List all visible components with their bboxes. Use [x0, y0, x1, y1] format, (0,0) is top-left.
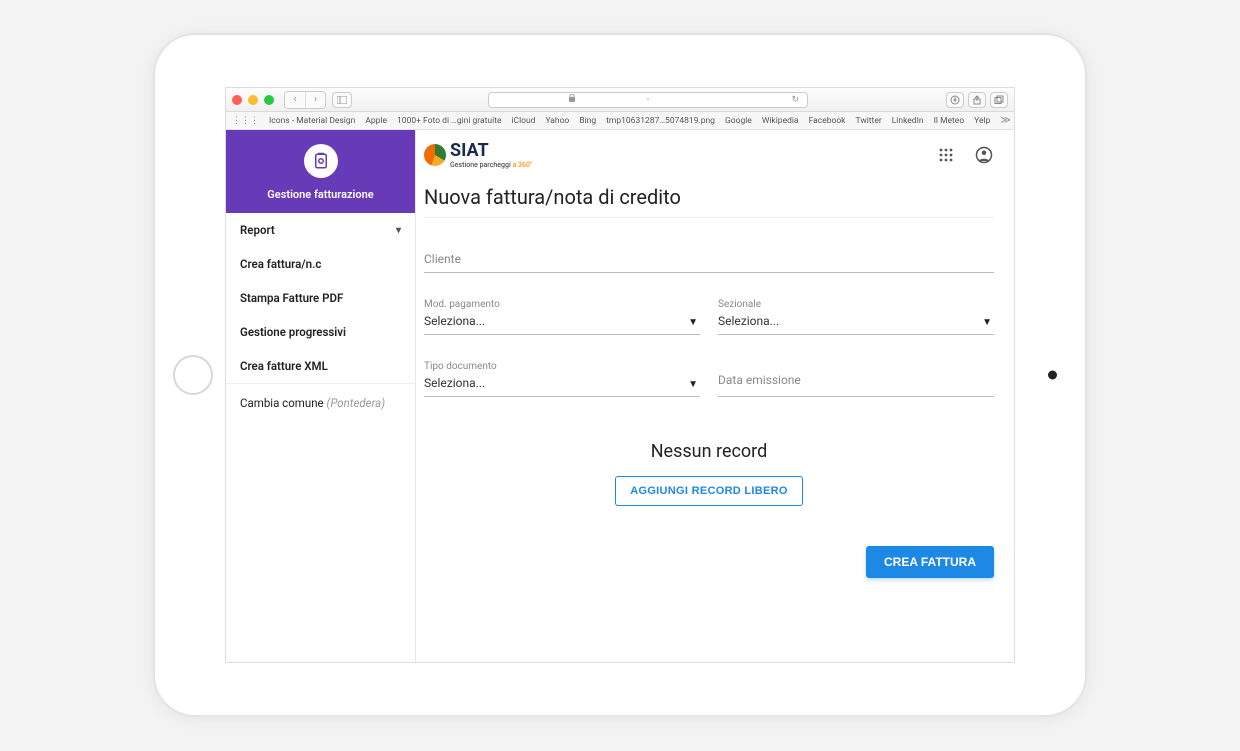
apps-menu-icon[interactable] — [936, 145, 956, 165]
sidebar-item-crea-fattura[interactable]: Crea fattura/n.c — [226, 247, 415, 281]
close-window[interactable] — [232, 95, 242, 105]
logo-badge-icon — [424, 144, 446, 166]
add-record-button[interactable]: AGGIUNGI RECORD LIBERO — [615, 476, 803, 506]
reload-icon[interactable]: ↻ — [791, 95, 799, 105]
field-label: Mod. pagamento — [424, 299, 700, 310]
bookmark-item[interactable]: Twitter — [855, 116, 881, 126]
tabs-button[interactable] — [990, 92, 1008, 108]
bookmark-item[interactable]: Yelp — [974, 116, 990, 126]
forward-button[interactable]: › — [305, 92, 325, 108]
records-empty-state: Nessun record AGGIUNGI RECORD LIBERO — [424, 423, 994, 506]
bookmark-item[interactable]: Apple — [365, 116, 387, 126]
bookmark-item[interactable]: LinkedIn — [892, 116, 924, 126]
bookmark-item[interactable]: Icons - Material Design — [269, 116, 355, 126]
home-button[interactable] — [173, 355, 213, 395]
field-label: Data emissione — [718, 361, 994, 393]
logo-tagline: Gestione parcheggi a 360° — [450, 161, 533, 169]
maximize-window[interactable] — [264, 95, 274, 105]
sidebar-item-stampa-pdf[interactable]: Stampa Fatture PDF — [226, 281, 415, 315]
app-logo: SIAT Gestione parcheggi a 360° — [424, 140, 533, 169]
bookmark-item[interactable]: Facebook — [809, 116, 846, 126]
lock-icon — [568, 94, 576, 105]
tipo-documento-select[interactable]: Tipo documento Seleziona... ▼ — [424, 361, 700, 397]
bookmark-item[interactable]: Il Meteo — [934, 116, 965, 126]
bookmark-item[interactable]: iCloud — [511, 116, 535, 126]
back-button[interactable]: ‹ — [285, 92, 305, 108]
screen: ‹ › - ↻ — [225, 87, 1015, 663]
window-controls — [232, 95, 274, 105]
dropdown-caret-icon: ▼ — [688, 379, 698, 390]
show-sidebar-button[interactable] — [332, 92, 352, 108]
bookmarks-bar: ⋮⋮⋮ Icons - Material Design Apple 1000+ … — [226, 112, 1014, 130]
app-body: Gestione fatturazione Report ▾ Crea fatt… — [226, 130, 1014, 662]
cliente-field[interactable]: Cliente — [424, 240, 994, 273]
minimize-window[interactable] — [248, 95, 258, 105]
sidebar-header-title: Gestione fatturazione — [232, 188, 409, 201]
dropdown-caret-icon: ▼ — [688, 317, 698, 328]
sidebar-footer-location: (Pontedera) — [327, 396, 386, 410]
bookmark-item[interactable]: Google — [725, 116, 752, 126]
sidebar-header: Gestione fatturazione — [226, 130, 415, 213]
chevron-down-icon: ▾ — [396, 225, 401, 236]
sidebar-nav: Report ▾ Crea fattura/n.c Stampa Fatture… — [226, 213, 415, 383]
sezionale-select[interactable]: Sezionale Seleziona... ▼ — [718, 299, 994, 335]
bookmark-item[interactable]: Wikipedia — [762, 116, 799, 126]
sidebar-footer[interactable]: Cambia comune (Pontedera) — [226, 383, 415, 422]
front-camera — [1048, 371, 1057, 380]
nav-buttons: ‹ › — [284, 91, 326, 109]
url-text: - — [647, 95, 650, 105]
field-label: Sezionale — [718, 299, 994, 310]
sidebar-footer-label: Cambia comune — [240, 396, 324, 410]
bookmark-item[interactable]: 1000+ Foto di …gini gratuite — [397, 116, 501, 126]
logo-text: SIAT — [450, 140, 533, 161]
dropdown-caret-icon: ▼ — [982, 317, 992, 328]
app-main: SIAT Gestione parcheggi a 360° — [416, 130, 1014, 662]
sidebar-item-label: Crea fatture XML — [240, 359, 328, 373]
sidebar-header-icon — [304, 144, 338, 178]
browser-toolbar: ‹ › - ↻ — [226, 88, 1014, 112]
field-value: Seleziona... — [424, 372, 700, 396]
bookmark-item[interactable]: Bing — [579, 116, 596, 126]
create-invoice-button[interactable]: CREA FATTURA — [866, 546, 994, 578]
empty-state-text: Nessun record — [651, 441, 768, 462]
field-label: Tipo documento — [424, 361, 700, 372]
field-value: Seleziona... — [424, 310, 700, 334]
field-label: Cliente — [424, 240, 994, 272]
apps-grid-icon[interactable]: ⋮⋮⋮ — [232, 116, 259, 126]
app-topbar: SIAT Gestione parcheggi a 360° — [424, 140, 994, 175]
bookmark-item[interactable]: tmp10631287…5074819.png — [606, 116, 715, 126]
invoice-form: Cliente Mod. pagamento Seleziona... ▼ Se… — [424, 218, 994, 578]
data-emissione-field[interactable]: Data emissione — [718, 361, 994, 397]
more-bookmarks-icon[interactable]: ≫ — [1000, 115, 1010, 126]
bookmark-item[interactable]: Yahoo — [545, 116, 569, 126]
sidebar-item-label: Stampa Fatture PDF — [240, 291, 343, 305]
sidebar-item-progressivi[interactable]: Gestione progressivi — [226, 315, 415, 349]
sidebar-item-crea-xml[interactable]: Crea fatture XML — [226, 349, 415, 383]
tablet-frame: ‹ › - ↻ — [155, 35, 1085, 715]
app-sidebar: Gestione fatturazione Report ▾ Crea fatt… — [226, 130, 416, 662]
account-icon[interactable] — [974, 145, 994, 165]
sidebar-item-report[interactable]: Report ▾ — [226, 213, 415, 247]
sidebar-item-label: Crea fattura/n.c — [240, 257, 321, 271]
url-bar[interactable]: - ↻ — [488, 92, 808, 108]
sidebar-item-label: Report — [240, 223, 275, 237]
share-button[interactable] — [968, 92, 986, 108]
sidebar-item-label: Gestione progressivi — [240, 325, 346, 339]
page-title: Nuova fattura/nota di credito — [424, 175, 994, 218]
downloads-button[interactable] — [946, 92, 964, 108]
field-value: Seleziona... — [718, 310, 994, 334]
mod-pagamento-select[interactable]: Mod. pagamento Seleziona... ▼ — [424, 299, 700, 335]
